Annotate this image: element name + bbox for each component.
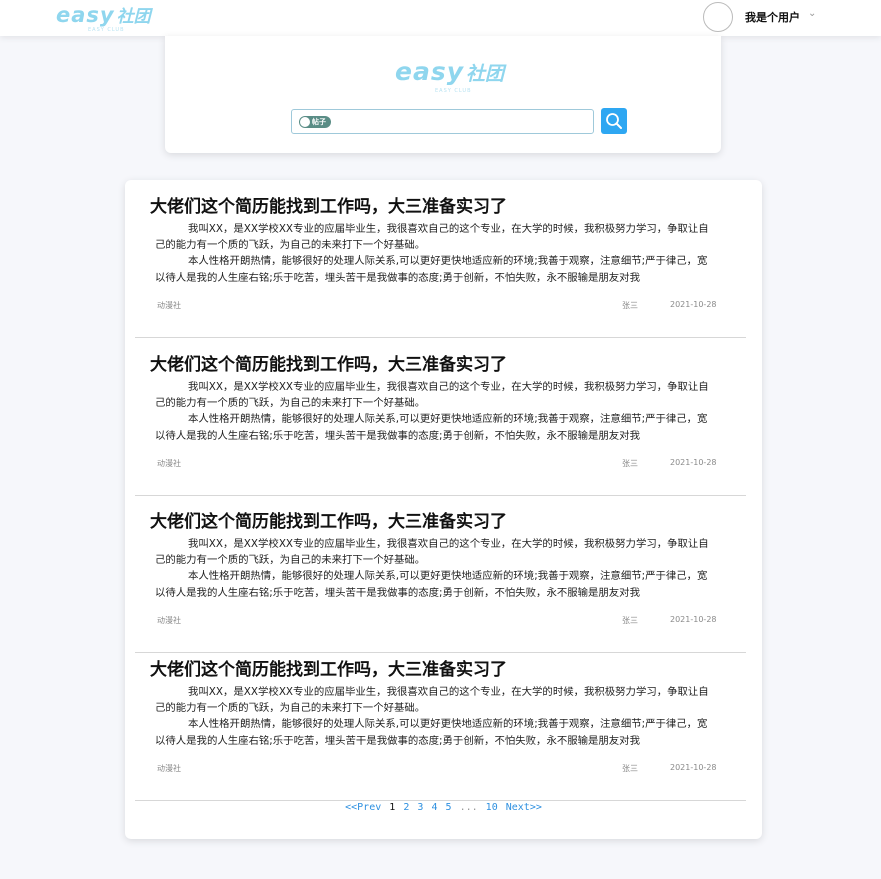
pagination-ellipsis: ... (459, 802, 478, 813)
search-button[interactable] (601, 108, 627, 134)
search-panel-logo: easy 社团 EASY CLUB (395, 57, 505, 94)
logo-main-text: easy (395, 57, 465, 86)
post-paragraph: 本人性格开朗热情，能够很好的处理人际关系,可以更好更快地适应新的环境;我善于观察… (155, 718, 708, 747)
logo-tagline: EASY CLUB (435, 88, 472, 94)
prev-page-link[interactable]: <<Prev (345, 802, 381, 813)
post-paragraph: 我叫XX，是XX学校XX专业的应届毕业生，我很喜欢自己的这个专业，在大学的时候，… (155, 686, 709, 715)
search-type-toggle[interactable]: 帖子 (299, 116, 331, 128)
post-club[interactable]: 动漫社 (157, 763, 181, 774)
post-excerpt: 我叫XX，是XX学校XX专业的应届毕业生，我很喜欢自己的这个专业，在大学的时候，… (155, 379, 715, 444)
current-page: 1 (389, 802, 396, 813)
post-club[interactable]: 动漫社 (157, 458, 181, 469)
toggle-knob (300, 117, 310, 127)
page-link[interactable]: 4 (431, 802, 437, 813)
post-excerpt: 我叫XX，是XX学校XX专业的应届毕业生，我很喜欢自己的这个专业，在大学的时候，… (155, 221, 715, 286)
post-paragraph: 本人性格开朗热情，能够很好的处理人际关系,可以更好更快地适应新的环境;我善于观察… (155, 413, 708, 442)
post-paragraph: 本人性格开朗热情，能够很好的处理人际关系,可以更好更快地适应新的环境;我善于观察… (155, 255, 708, 284)
logo-sub-text: 社团 (466, 63, 505, 85)
post-paragraph: 本人性格开朗热情，能够很好的处理人际关系,可以更好更快地适应新的环境;我善于观察… (155, 570, 708, 599)
page-link[interactable]: 10 (486, 802, 498, 813)
username-label[interactable]: 我是个用户 (745, 9, 800, 25)
post-date: 2021-10-28 (670, 615, 717, 624)
post-item[interactable]: 大佬们这个简历能找到工作吗，大三准备实习了 我叫XX，是XX学校XX专业的应届毕… (135, 338, 746, 496)
post-club[interactable]: 动漫社 (157, 300, 181, 311)
pagination: <<Prev 1 2 3 4 5 ... 10 Next>> (125, 802, 762, 813)
post-paragraph: 我叫XX，是XX学校XX专业的应届毕业生，我很喜欢自己的这个专业，在大学的时候，… (155, 538, 709, 567)
post-author[interactable]: 张三 (622, 300, 638, 311)
post-title[interactable]: 大佬们这个简历能找到工作吗，大三准备实习了 (150, 350, 507, 375)
post-author[interactable]: 张三 (622, 458, 638, 469)
post-paragraph: 我叫XX，是XX学校XX专业的应届毕业生，我很喜欢自己的这个专业，在大学的时候，… (155, 381, 709, 410)
page-link[interactable]: 3 (417, 802, 423, 813)
logo-tagline: EASY CLUB (88, 27, 125, 33)
search-icon (606, 113, 622, 129)
post-author[interactable]: 张三 (622, 763, 638, 774)
post-item[interactable]: 大佬们这个简历能找到工作吗，大三准备实习了 我叫XX，是XX学校XX专业的应届毕… (135, 180, 746, 338)
next-page-link[interactable]: Next>> (506, 802, 542, 813)
search-type-label: 帖子 (312, 118, 326, 126)
post-date: 2021-10-28 (670, 458, 717, 467)
post-author[interactable]: 张三 (622, 615, 638, 626)
site-logo[interactable]: easy 社团 EASY CLUB (56, 2, 151, 33)
search-input[interactable]: 帖子 (291, 109, 594, 134)
post-title[interactable]: 大佬们这个简历能找到工作吗，大三准备实习了 (150, 192, 507, 217)
post-excerpt: 我叫XX，是XX学校XX专业的应届毕业生，我很喜欢自己的这个专业，在大学的时候，… (155, 536, 715, 601)
post-item[interactable]: 大佬们这个简历能找到工作吗，大三准备实习了 我叫XX，是XX学校XX专业的应届毕… (135, 495, 746, 653)
post-club[interactable]: 动漫社 (157, 615, 181, 626)
post-paragraph: 我叫XX，是XX学校XX专业的应届毕业生，我很喜欢自己的这个专业，在大学的时候，… (155, 223, 709, 252)
post-date: 2021-10-28 (670, 300, 717, 309)
post-excerpt: 我叫XX，是XX学校XX专业的应届毕业生，我很喜欢自己的这个专业，在大学的时候，… (155, 684, 715, 749)
post-list: 大佬们这个简历能找到工作吗，大三准备实习了 我叫XX，是XX学校XX专业的应届毕… (125, 180, 762, 839)
logo-sub-text: 社团 (116, 7, 151, 27)
post-title[interactable]: 大佬们这个简历能找到工作吗，大三准备实习了 (150, 655, 507, 680)
logo-main-text: easy (56, 3, 115, 27)
post-date: 2021-10-28 (670, 763, 717, 772)
search-panel: easy 社团 EASY CLUB 帖子 (165, 36, 721, 153)
page-link[interactable]: 2 (403, 802, 409, 813)
post-item[interactable]: 大佬们这个简历能找到工作吗，大三准备实习了 我叫XX，是XX学校XX专业的应届毕… (135, 643, 746, 801)
user-avatar[interactable] (703, 2, 733, 32)
post-title[interactable]: 大佬们这个简历能找到工作吗，大三准备实习了 (150, 507, 507, 532)
page-link[interactable]: 5 (446, 802, 452, 813)
chevron-down-icon[interactable]: ⌄ (808, 8, 816, 19)
top-navbar: easy 社团 EASY CLUB 我是个用户 ⌄ (0, 0, 881, 36)
